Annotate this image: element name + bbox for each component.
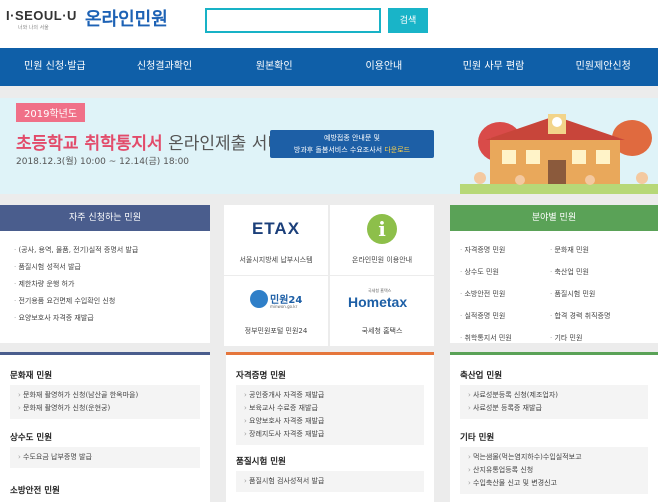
right-section-column: 축산업 민원 사료성분등록 신청(제조업자) 사료성분 등록증 재발급 기타 민…: [450, 352, 658, 502]
list-item[interactable]: 실적증명 민원: [460, 308, 550, 325]
category-panel: 분야별 민원 자격증명 민원문화재 민원 상수도 민원축산업 민원 소방안전 민…: [450, 205, 658, 343]
promo-banner[interactable]: 2019학년도 초등학교 취학통지서 온라인제출 서비스 2018.12.3(월…: [0, 98, 658, 194]
list-item[interactable]: 먹는샘물(먹는염지하수)수입실적보고: [468, 451, 640, 464]
nav-item-apply[interactable]: 민원 신청·발급: [0, 48, 110, 86]
site-title: 온라인민원: [84, 9, 168, 29]
list-item[interactable]: 상수도 민원: [460, 264, 550, 281]
section-list: 사료성분등록 신청(제조업자) 사료성분 등록증 재발급: [460, 385, 648, 419]
category-panel-title: 분야별 민원: [450, 205, 658, 231]
list-item[interactable]: 산지유통업등록 신청: [468, 464, 640, 477]
etax-tile[interactable]: ETAX 서울시지방세 납부시스템: [224, 205, 328, 275]
list-item[interactable]: 보육교사 수료증 재발급: [244, 402, 416, 415]
list-item[interactable]: 요양보호사 자격증 재발급: [244, 415, 416, 428]
category-list: 자격증명 민원문화재 민원 상수도 민원축산업 민원 소방안전 민원품질시험 민…: [450, 231, 658, 353]
section-list: 먹는샘물(먹는염지하수)수입실적보고 산지유통업등록 신청 수입축산물 신고 및…: [460, 447, 648, 494]
frequent-panel-title: 자주 신청하는 민원: [0, 205, 210, 231]
list-item[interactable]: 기타 민원: [550, 330, 640, 347]
middle-section-column: 자격증명 민원 공인중개사 자격증 재발급 보육교사 수료증 재발급 요양보호사…: [226, 352, 434, 502]
school-illustration: [460, 114, 658, 194]
minwon24-logo: 민원24 minwon.go.kr: [250, 290, 304, 314]
nav-item-result[interactable]: 신청결과확인: [110, 48, 220, 86]
nav-item-verify[interactable]: 원본확인: [219, 48, 329, 86]
banner-cta-line2: 방과후 돌봄서비스 수요조사서 다운로드: [293, 146, 411, 154]
banner-title-highlight: 초등학교 취학통지서: [16, 134, 163, 154]
section-title: 축산업 민원: [460, 371, 503, 381]
banner-title: 초등학교 취학통지서 온라인제출 서비스: [16, 129, 299, 154]
list-item[interactable]: 축산업 민원: [550, 264, 640, 281]
minwon24-logo-icon: [250, 290, 268, 308]
left-section-column: 문화재 민원 문화재 촬영허가 신청(남산골 한옥마을) 문화재 촬영허가 신청…: [0, 352, 210, 502]
list-item[interactable]: 사료성분등록 신청(제조업자): [468, 389, 640, 402]
list-item[interactable]: 품질시험 민원: [550, 286, 640, 303]
list-item[interactable]: 문화재 촬영허가 신청(남산골 한옥마을): [18, 389, 192, 402]
section-title: 상수도 민원: [10, 433, 53, 443]
section-list: 문화재 촬영허가 신청(남산골 한옥마을) 문화재 촬영허가 신청(운현궁): [10, 385, 200, 419]
list-item[interactable]: 수입축산물 신고 및 변경신고: [468, 477, 640, 490]
banner-download-button[interactable]: 예방접종 안내문 및 방과후 돌봄서비스 수요조사서 다운로드: [270, 130, 434, 158]
list-item[interactable]: (공사, 용역, 물품, 전기)실적 증명서 발급: [14, 242, 196, 259]
nav-item-proposal[interactable]: 민원제안신청: [548, 48, 658, 86]
banner-cta-line1: 예방접종 안내문 및: [324, 134, 380, 142]
list-item[interactable]: 사료성분 등록증 재발급: [468, 402, 640, 415]
info-icon: i: [367, 214, 397, 244]
list-item[interactable]: 자격증명 민원: [460, 242, 550, 259]
list-item[interactable]: 문화재 촬영허가 신청(운현궁): [18, 402, 192, 415]
section-list: 공인중개사 자격증 재발급 보육교사 수료증 재발급 요양보호사 자격증 재발급…: [236, 385, 424, 445]
section-list: 품질시험 검사성적서 발급: [236, 471, 424, 492]
guide-tile[interactable]: i 온라인민원 이용안내: [330, 205, 434, 275]
list-item[interactable]: 요양보호사 자격증 재발급: [14, 310, 196, 327]
list-item[interactable]: 취학통지서 민원: [460, 330, 550, 347]
list-item[interactable]: 품질시험 성적서 발급: [14, 259, 196, 276]
list-item[interactable]: 문화재 민원: [550, 242, 640, 259]
hometax-caption: 국세청 홈택스: [361, 327, 403, 335]
list-item[interactable]: 제한차량 운행 허가: [14, 276, 196, 293]
hometax-logo-text: Hometax: [348, 294, 408, 310]
nav-item-manual[interactable]: 민원 사무 편람: [439, 48, 549, 86]
list-item[interactable]: 전기용품 요건면제 수입확인 신청: [14, 293, 196, 310]
etax-caption: 서울시지방세 납부시스템: [239, 256, 313, 264]
section-title: 자격증명 민원: [236, 371, 286, 381]
guide-caption: 온라인민원 이용안내: [351, 256, 413, 264]
section-title: 기타 민원: [460, 433, 495, 443]
seoul-logo-mark: I·SEOUL·U: [6, 8, 77, 23]
list-item[interactable]: 수도요금 납부증명 발급: [18, 451, 192, 464]
nav-item-guide[interactable]: 이용안내: [329, 48, 439, 86]
hometax-tile[interactable]: 국세청 홈택스 Hometax 국세청 홈택스: [330, 276, 434, 346]
etax-logo: ETAX: [251, 219, 301, 238]
minwon24-tile[interactable]: 민원24 minwon.go.kr 정부민원포털 민원24: [224, 276, 328, 346]
section-title: 문화재 민원: [10, 371, 53, 381]
site-logo[interactable]: I·SEOUL·U 너와 나의 서울 온라인민원: [6, 8, 168, 32]
main-nav: 민원 신청·발급 신청결과확인 원본확인 이용안내 민원 사무 편람 민원제안신…: [0, 48, 658, 86]
section-title: 소방안전 민원: [10, 486, 60, 496]
section-list: 수도요금 납부증명 발급: [10, 447, 200, 468]
search-input[interactable]: [205, 8, 381, 33]
list-item[interactable]: 장례지도사 자격증 재발급: [244, 428, 416, 441]
seoul-logo-slogan: 너와 나의 서울: [18, 25, 49, 31]
frequent-list: (공사, 용역, 물품, 전기)실적 증명서 발급 품질시험 성적서 발급 제한…: [0, 231, 210, 335]
list-item[interactable]: 품질시험 검사성적서 발급: [244, 475, 416, 488]
minwon24-caption: 정부민원포털 민원24: [244, 327, 308, 335]
minwon24-logo-url: minwon.go.kr: [270, 304, 298, 309]
search-button[interactable]: 검색: [388, 8, 428, 33]
banner-date: 2018.12.3(월) 10:00 ~ 12.14(금) 18:00: [16, 157, 190, 167]
list-item[interactable]: 합격 경력 취직증명: [550, 308, 640, 325]
banner-year-badge: 2019학년도: [16, 103, 86, 122]
list-item[interactable]: 공인중개사 자격증 재발급: [244, 389, 416, 402]
header: I·SEOUL·U 너와 나의 서울 온라인민원 검색: [0, 0, 658, 48]
list-item[interactable]: 소방안전 민원: [460, 286, 550, 303]
hometax-logo: 국세청 홈택스 Hometax: [344, 288, 422, 312]
section-title: 품질시험 민원: [236, 457, 286, 467]
frequent-panel: 자주 신청하는 민원 (공사, 용역, 물품, 전기)실적 증명서 발급 품질시…: [0, 205, 210, 343]
